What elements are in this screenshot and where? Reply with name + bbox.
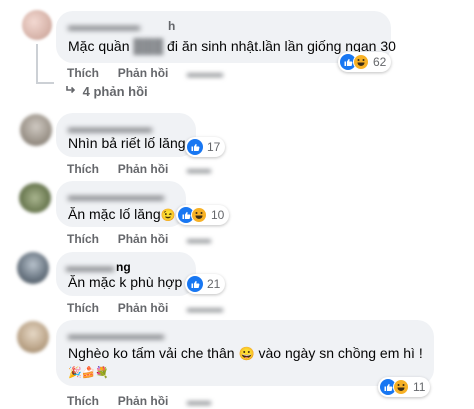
commenter-name[interactable]: ▬▬▬▬▬▬▬ (68, 121, 152, 135)
reaction-count: 21 (207, 277, 221, 291)
reply-arrow-icon (65, 84, 79, 99)
commenter-name[interactable]: ▬▬▬▬ (66, 260, 114, 274)
timestamp[interactable]: ▬▬ (187, 162, 211, 176)
reaction-summary[interactable]: 21 (185, 274, 226, 294)
view-replies-link[interactable]: 4 phản hồi (65, 84, 148, 99)
reaction-summary[interactable]: 10 (176, 205, 230, 225)
commenter-name[interactable]: ▬▬▬▬▬▬▬▬ (68, 189, 164, 203)
avatar[interactable] (17, 252, 49, 284)
commenter-name-suffix: h (168, 19, 176, 33)
wink-emoji: 😉 (160, 208, 176, 222)
timestamp[interactable]: ▬▬▬ (187, 301, 223, 315)
reaction-summary[interactable]: 17 (185, 137, 226, 157)
comment-bubble: ▬▬▬▬ ng Ăn mặc k phù hợp (56, 252, 196, 296)
like-button[interactable]: Thích (67, 301, 99, 315)
avatar[interactable] (22, 10, 52, 40)
haha-icon (353, 54, 369, 70)
comment-text: Ăn mặc lố lăng😉 (68, 206, 176, 222)
reply-button[interactable]: Phản hồi (118, 162, 169, 176)
comment-actions: Thích Phản hồi ▬▬ (67, 394, 211, 408)
comment-bubble: ▬▬▬▬▬▬▬ Nhìn bả riết lố lăng (56, 113, 196, 157)
commenter-name[interactable]: ▬▬▬▬▬▬ (68, 19, 140, 33)
timestamp[interactable]: ▬▬ (187, 394, 211, 408)
avatar[interactable] (20, 114, 52, 146)
blurred-text: ███ (133, 38, 164, 54)
reaction-count: 62 (373, 55, 387, 69)
reply-button[interactable]: Phản hồi (118, 301, 169, 315)
comment-text: Ăn mặc k phù hợp (68, 274, 183, 290)
commenter-name[interactable]: ▬▬▬▬▬▬▬▬ (68, 328, 164, 342)
emoji-line: 🎉🍰💐 (68, 367, 110, 379)
comment-text: Nghèo ko tấm vải che thân 😀 vào ngày sn … (68, 345, 423, 361)
reply-button[interactable]: Phản hồi (118, 232, 169, 246)
like-button[interactable]: Thích (67, 162, 99, 176)
comment-actions: Thích Phản hồi ▬▬ (67, 162, 211, 176)
reply-button[interactable]: Phản hồi (118, 394, 169, 408)
grin-emoji: 😀 (238, 346, 255, 361)
like-icon (187, 139, 203, 155)
reaction-count: 11 (413, 380, 426, 394)
like-button[interactable]: Thích (67, 232, 99, 246)
avatar[interactable] (17, 321, 49, 353)
reaction-summary[interactable]: 11 (378, 377, 431, 397)
comment-bubble: ▬▬▬▬▬▬▬▬ Nghèo ko tấm vải che thân 😀 vào… (56, 320, 434, 386)
reaction-count: 17 (207, 140, 221, 154)
reaction-summary[interactable]: 62 (338, 52, 392, 72)
avatar[interactable] (19, 183, 51, 213)
comment-actions: Thích Phản hồi ▬▬▬ (67, 301, 223, 315)
comment-actions: Thích Phản hồi ▬▬ (67, 232, 211, 246)
reaction-count: 10 (211, 208, 225, 222)
haha-icon (393, 379, 409, 395)
thread-line (36, 44, 38, 84)
comment-bubble: ▬▬▬▬▬▬▬▬ Ăn mặc lố lăng😉 (56, 181, 186, 227)
comment-actions: Thích Phản hồi ▬▬▬ (67, 66, 223, 80)
like-button[interactable]: Thích (67, 394, 99, 408)
thread-line (36, 82, 54, 84)
commenter-name-suffix: ng (116, 260, 131, 274)
like-icon (187, 276, 203, 292)
haha-icon (191, 207, 207, 223)
like-button[interactable]: Thích (67, 66, 99, 80)
reply-button[interactable]: Phản hồi (118, 66, 169, 80)
comment-text: Nhìn bả riết lố lăng (68, 135, 186, 151)
timestamp[interactable]: ▬▬ (187, 232, 211, 246)
timestamp[interactable]: ▬▬▬ (187, 66, 223, 80)
